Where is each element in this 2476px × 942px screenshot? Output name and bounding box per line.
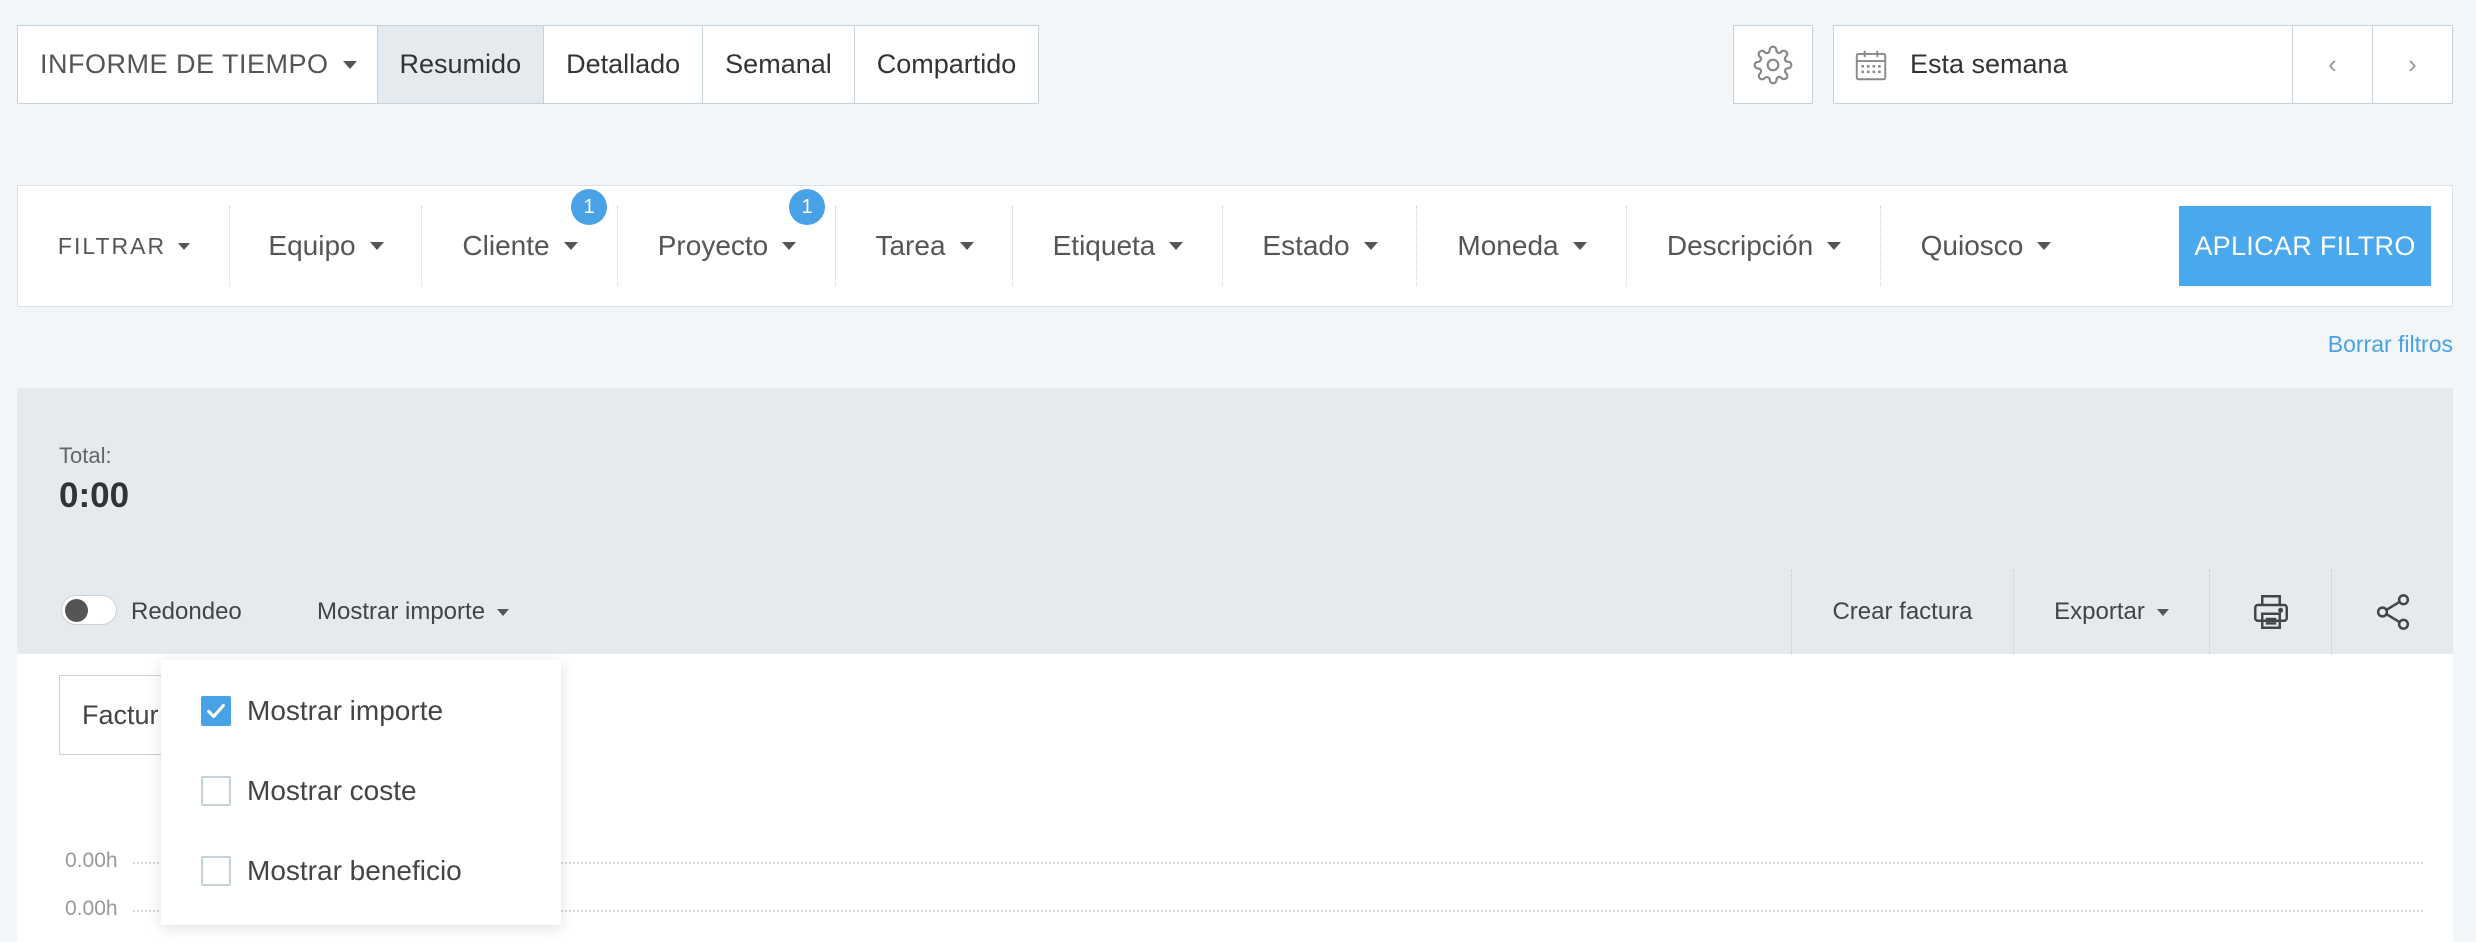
y-axis-tick-label: 0.00h	[65, 849, 118, 872]
report-type-dropdown[interactable]: INFORME DE TIEMPO	[18, 26, 378, 103]
settings-button[interactable]	[1733, 25, 1813, 104]
caret-down-icon	[959, 242, 974, 250]
gear-icon	[1753, 45, 1793, 84]
filter-status[interactable]: Estado	[1223, 186, 1417, 306]
date-range-label: Esta semana	[1910, 49, 2068, 79]
create-invoice-button[interactable]: Crear factura	[1791, 570, 2013, 654]
tab-shared[interactable]: Compartido	[855, 26, 1039, 103]
prev-period-button[interactable]: ‹	[2292, 26, 2372, 103]
caret-down-icon	[563, 242, 578, 250]
option-show-amount[interactable]: Mostrar importe	[201, 695, 443, 727]
caret-down-icon	[2156, 608, 2169, 616]
filter-tag[interactable]: Etiqueta	[1013, 186, 1223, 306]
filter-description-label: Descripción	[1666, 230, 1814, 261]
show-amount-menu: Mostrar importe Mostrar coste Mostrar be…	[161, 660, 561, 925]
filter-project-label: Proyecto	[657, 230, 769, 261]
checkbox-checked[interactable]	[201, 696, 231, 726]
next-period-button[interactable]: ›	[2372, 26, 2452, 103]
y-axis-tick-label: 0.00h	[65, 897, 118, 920]
show-amount-dropdown[interactable]: Mostrar importe	[317, 598, 510, 626]
total-value: 0:00	[59, 476, 130, 515]
filter-team-label: Equipo	[268, 230, 356, 261]
filter-currency-label: Moneda	[1457, 230, 1559, 261]
export-dropdown[interactable]: Exportar	[2013, 570, 2209, 654]
clear-filters-link[interactable]: Borrar filtros	[2328, 331, 2453, 358]
chevron-right-icon: ›	[2408, 49, 2417, 79]
print-button[interactable]	[2209, 570, 2331, 654]
check-icon	[207, 703, 225, 719]
caret-down-icon	[1572, 242, 1587, 250]
summary-panel: Total: 0:00 Redondeo Mostrar importe Cre…	[17, 388, 2453, 654]
filter-currency[interactable]: Moneda	[1417, 186, 1627, 306]
checkbox-unchecked[interactable]	[201, 856, 231, 886]
filter-status-label: Estado	[1262, 230, 1350, 261]
toggle-knob	[65, 599, 88, 622]
apply-filter-button[interactable]: APLICAR FILTRO	[2179, 206, 2431, 286]
tab-detailed[interactable]: Detallado	[544, 26, 704, 103]
filter-client-label: Cliente	[462, 230, 550, 261]
tab-summary-label: Resumido	[399, 49, 522, 79]
group-by-label: Factur	[82, 699, 159, 730]
total-label: Total:	[59, 443, 112, 468]
filter-tag-label: Etiqueta	[1052, 230, 1156, 261]
option-show-cost-label: Mostrar coste	[247, 775, 417, 806]
export-label: Exportar	[2054, 598, 2145, 625]
tab-shared-label: Compartido	[876, 49, 1017, 79]
filter-team[interactable]: Equipo	[230, 186, 422, 306]
share-button[interactable]	[2331, 570, 2453, 654]
filter-bar: FILTRAR Equipo 1 Cliente 1 Proyecto Tare…	[17, 185, 2453, 307]
caret-down-icon	[497, 609, 510, 617]
report-tabs: INFORME DE TIEMPO Resumido Detallado Sem…	[17, 25, 1040, 104]
caret-down-icon	[342, 60, 357, 69]
tab-weekly[interactable]: Semanal	[703, 26, 855, 103]
chevron-left-icon: ‹	[2328, 49, 2337, 79]
share-icon	[2376, 594, 2409, 630]
caret-down-icon	[2037, 242, 2052, 250]
rounding-toggle[interactable]	[61, 595, 117, 625]
caret-down-icon	[782, 242, 797, 250]
rounding-label: Redondeo	[131, 598, 242, 625]
option-show-profit-label: Mostrar beneficio	[247, 855, 462, 886]
filter-client[interactable]: 1 Cliente	[422, 186, 618, 306]
filter-kiosk[interactable]: Quiosco	[1881, 186, 2091, 306]
filter-menu[interactable]: FILTRAR	[18, 186, 230, 306]
filter-description[interactable]: Descripción	[1627, 186, 1881, 306]
filter-task-label: Tarea	[875, 230, 946, 261]
filter-project[interactable]: 1 Proyecto	[618, 186, 836, 306]
filter-task[interactable]: Tarea	[836, 186, 1013, 306]
caret-down-icon	[369, 242, 384, 250]
option-show-cost[interactable]: Mostrar coste	[201, 775, 417, 807]
option-show-profit[interactable]: Mostrar beneficio	[201, 855, 462, 887]
report-type-label: INFORME DE TIEMPO	[40, 49, 329, 79]
tab-weekly-label: Semanal	[725, 49, 832, 79]
create-invoice-label: Crear factura	[1832, 598, 1973, 625]
caret-down-icon	[1363, 242, 1378, 250]
tab-detailed-label: Detallado	[566, 49, 681, 79]
caret-down-icon	[1169, 242, 1184, 250]
tab-summary[interactable]: Resumido	[377, 26, 545, 103]
date-range-button[interactable]: Esta semana	[1834, 26, 2292, 103]
printer-icon	[2253, 595, 2288, 629]
filter-kiosk-label: Quiosco	[1920, 230, 2024, 261]
caret-down-icon	[1827, 242, 1842, 250]
caret-down-icon	[178, 242, 191, 250]
option-show-amount-label: Mostrar importe	[247, 695, 444, 726]
filter-client-badge: 1	[571, 189, 607, 225]
checkbox-unchecked[interactable]	[201, 776, 231, 806]
calendar-icon	[1855, 50, 1887, 80]
show-amount-label: Mostrar importe	[317, 598, 486, 625]
filter-menu-label: FILTRAR	[57, 232, 167, 259]
date-range-picker: Esta semana ‹ ›	[1833, 25, 2453, 104]
filter-project-badge: 1	[789, 189, 825, 225]
report-actions: Crear factura Exportar	[1791, 570, 2453, 654]
